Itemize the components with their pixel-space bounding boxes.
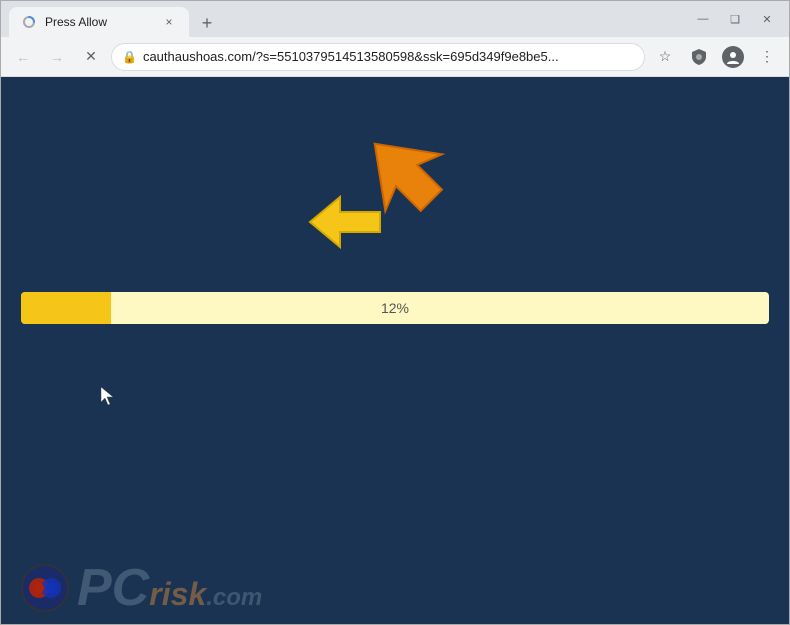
pcrisk-logo-icon [25, 568, 65, 608]
shield-icon [690, 48, 708, 66]
progress-label: 12% [21, 292, 769, 324]
address-text: cauthaushoas.com/?s=5510379514513580598&… [143, 49, 634, 64]
page-content: 12% PC risk .com [1, 77, 789, 624]
dotcom-text: .com [206, 586, 262, 610]
menu-button[interactable]: ⋮ [753, 43, 781, 71]
forward-button[interactable]: → [43, 43, 71, 71]
watermark: PC risk .com [21, 562, 262, 614]
title-bar: Press Allow × + — ❑ ✕ [1, 1, 789, 37]
progress-bar-container: 12% [21, 292, 769, 324]
arrows-container [335, 127, 455, 257]
mouse-cursor [101, 387, 113, 405]
reload-button[interactable]: ✕ [77, 43, 105, 71]
toolbar: ← → ✕ 🔒 cauthaushoas.com/?s=551037951451… [1, 37, 789, 77]
address-bar[interactable]: 🔒 cauthaushoas.com/?s=551037951451358059… [111, 43, 645, 71]
tab-loading-icon [22, 15, 36, 29]
new-tab-button[interactable]: + [193, 9, 221, 37]
pcrisk-logo [21, 564, 69, 612]
tab-close-button[interactable]: × [161, 14, 177, 30]
tab-favicon [21, 14, 37, 30]
pcrisk-text: PC risk .com [77, 562, 262, 614]
window-controls: — ❑ ✕ [689, 5, 781, 33]
close-button[interactable]: ✕ [753, 5, 781, 33]
minimize-button[interactable]: — [689, 5, 717, 33]
maximize-button[interactable]: ❑ [721, 5, 749, 33]
cursor-icon [101, 387, 113, 405]
browser-window: Press Allow × + — ❑ ✕ ← → ✕ 🔒 cauthausho… [0, 0, 790, 625]
risk-text: risk [149, 578, 206, 610]
person-icon [726, 50, 740, 64]
tab-area: Press Allow × + [9, 1, 681, 37]
bookmark-button[interactable]: ☆ [651, 43, 679, 71]
extension-shield-button[interactable] [685, 43, 713, 71]
yellow-arrow-icon [305, 192, 385, 252]
profile-avatar [722, 46, 744, 68]
profile-button[interactable] [719, 43, 747, 71]
lock-icon: 🔒 [122, 50, 137, 64]
pc-text: PC [77, 562, 149, 614]
tab-title: Press Allow [45, 15, 153, 29]
back-button[interactable]: ← [9, 43, 37, 71]
active-tab[interactable]: Press Allow × [9, 7, 189, 37]
